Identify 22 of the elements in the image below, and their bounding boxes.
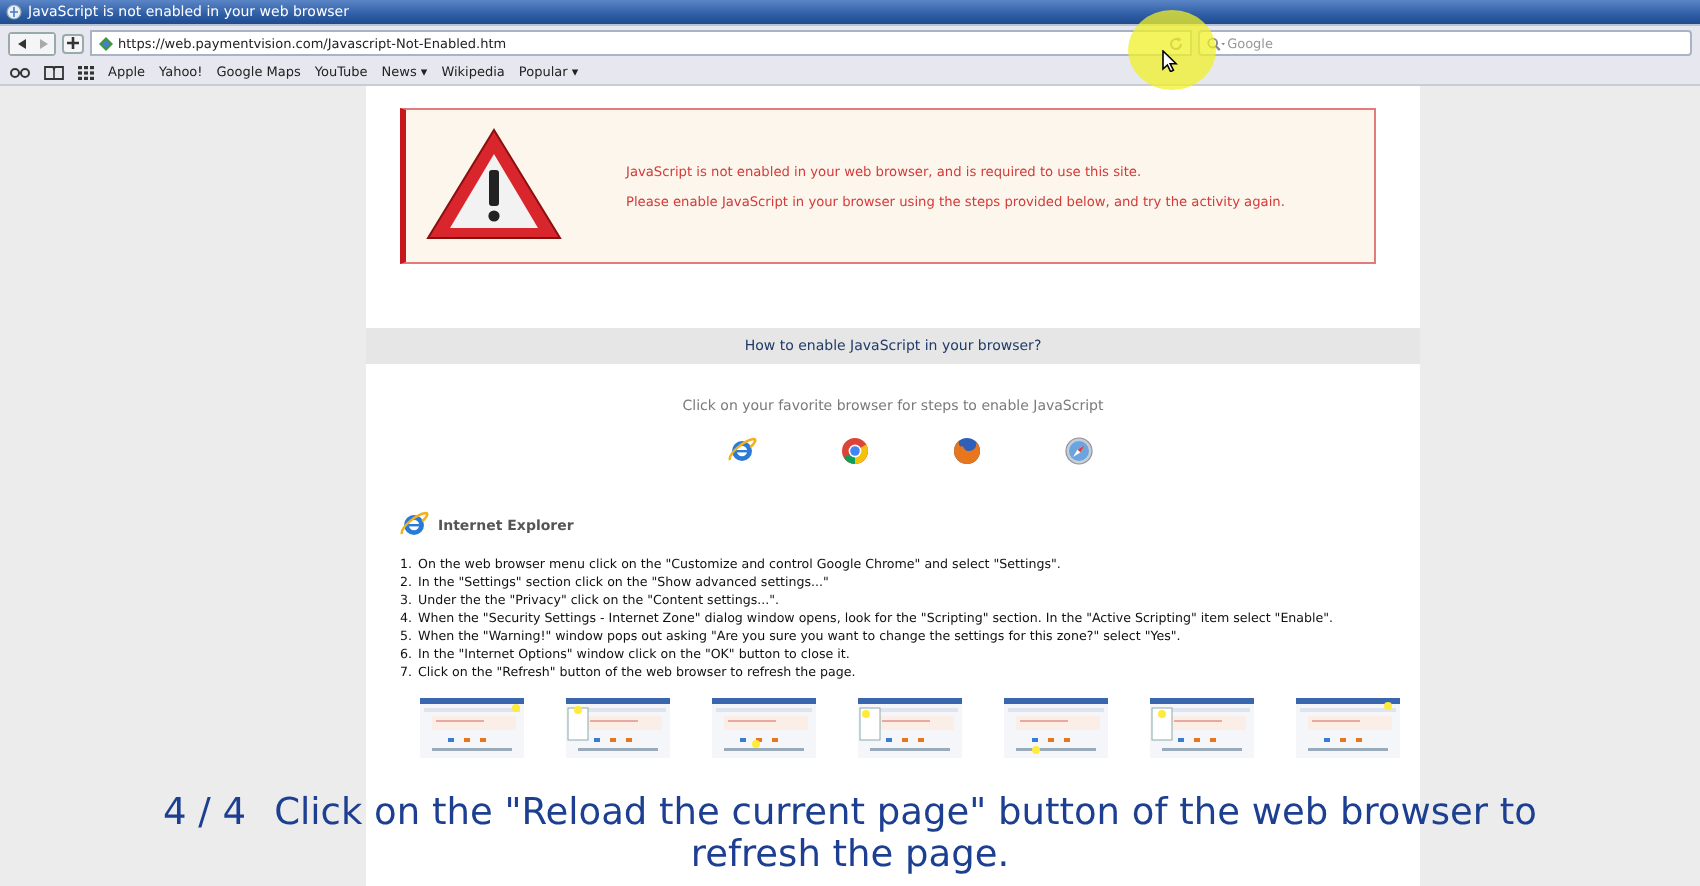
browser-button[interactable] <box>728 436 758 466</box>
grid-icon[interactable] <box>78 65 94 79</box>
mouse-cursor-icon <box>1162 50 1178 72</box>
browser-icon <box>952 436 982 466</box>
book-icon[interactable] <box>44 65 64 79</box>
browser-button[interactable] <box>952 436 982 466</box>
forward-arrow-icon <box>37 37 49 49</box>
caption-text: Click on the "Reload the current page" button of the web browser to refresh the page. <box>274 792 1537 876</box>
browser-icon <box>400 510 430 540</box>
site-icon <box>98 35 114 51</box>
browser-button[interactable] <box>1064 436 1094 466</box>
browser-icon <box>728 436 758 466</box>
reading-glasses-icon[interactable] <box>10 66 30 78</box>
plus-icon <box>66 36 80 50</box>
browser-icon <box>1064 436 1094 466</box>
browser-icon <box>840 436 870 466</box>
app-icon <box>6 4 22 20</box>
step-counter: 4 / 4 <box>163 792 247 834</box>
back-button[interactable] <box>10 33 32 53</box>
add-bookmark-button[interactable] <box>62 33 84 53</box>
browser-button[interactable] <box>840 436 870 466</box>
back-arrow-icon <box>15 37 27 49</box>
